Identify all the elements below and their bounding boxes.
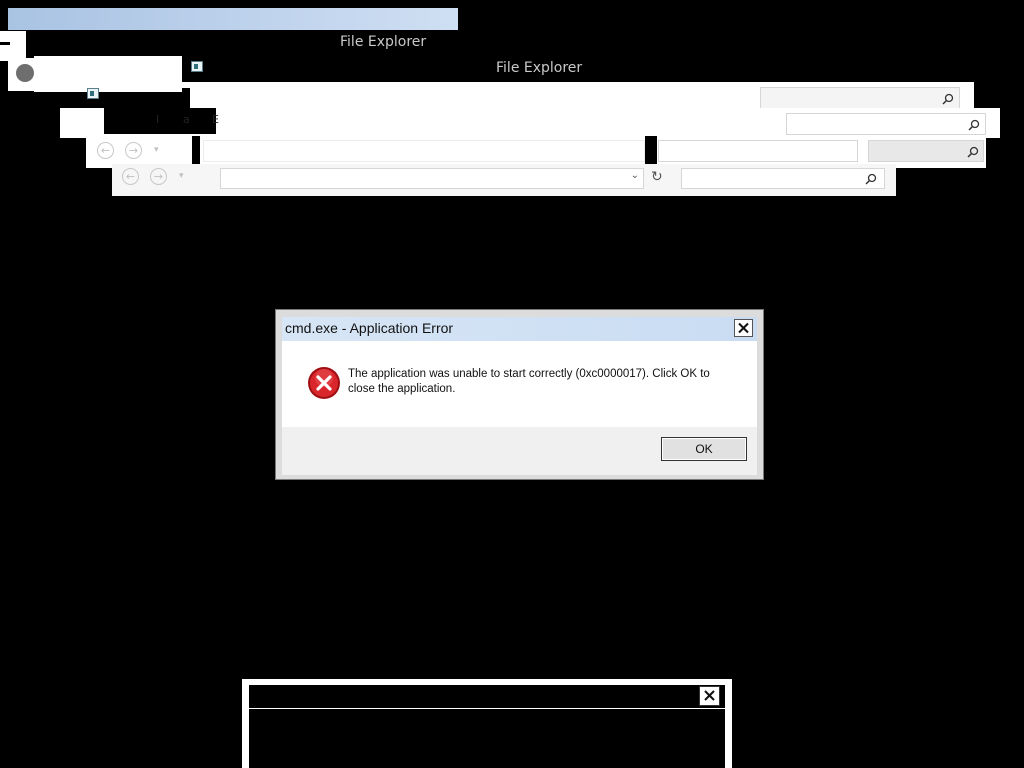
- ghost-search-box[interactable]: [658, 140, 858, 162]
- error-icon: [308, 367, 340, 399]
- address-bar[interactable]: ⌄: [220, 168, 644, 189]
- close-icon: [738, 322, 749, 334]
- dialog-body: The application was unable to start corr…: [282, 341, 757, 427]
- back-arrow-icon[interactable]: ←: [122, 168, 139, 185]
- search-icon: [968, 119, 980, 131]
- ghost-search-box[interactable]: [786, 113, 986, 135]
- chevron-down-icon[interactable]: ⌄: [631, 170, 639, 181]
- dialog-title: cmd.exe - Application Error: [285, 320, 454, 336]
- ghost-fragment: [0, 42, 10, 45]
- ghost-search-box[interactable]: [760, 87, 960, 109]
- chevron-down-icon[interactable]: ▾: [154, 145, 159, 155]
- close-icon: [704, 690, 715, 701]
- ghost-address-bar[interactable]: [203, 140, 645, 162]
- ghost-menu-item: E: [212, 113, 219, 126]
- ghost-menu-item: a: [183, 113, 190, 126]
- search-box[interactable]: [681, 168, 885, 189]
- document-icon: [87, 88, 99, 99]
- ghost-window-title: File Explorer: [496, 60, 583, 76]
- console-content: [249, 709, 725, 768]
- document-icon: [191, 61, 203, 72]
- search-icon: [967, 146, 979, 158]
- forward-arrow-icon[interactable]: →: [125, 142, 142, 159]
- error-message: The application was unable to start corr…: [348, 368, 710, 395]
- search-icon: [942, 93, 954, 105]
- dialog-titlebar[interactable]: cmd.exe - Application Error: [282, 317, 757, 341]
- ghost-menu-strip: [104, 108, 216, 134]
- ok-button[interactable]: OK: [661, 437, 747, 461]
- forward-arrow-icon[interactable]: →: [150, 168, 167, 185]
- console-window: [242, 679, 732, 768]
- ghost-fragment: [0, 31, 26, 61]
- refresh-icon[interactable]: ↻: [651, 169, 663, 185]
- chevron-down-icon[interactable]: ▾: [179, 171, 184, 181]
- ghost-search-box[interactable]: [868, 140, 984, 162]
- ghost-window-title: File Explorer: [340, 34, 427, 50]
- ghost-menu-item: I: [156, 113, 160, 126]
- close-button[interactable]: [734, 319, 753, 337]
- error-dialog: cmd.exe - Application Error The applicat…: [275, 309, 764, 480]
- close-button[interactable]: [699, 686, 720, 706]
- ghost-app-icon: [16, 64, 34, 82]
- console-titlebar[interactable]: [249, 685, 725, 709]
- search-icon: [865, 173, 877, 185]
- ghost-titlebar: [8, 8, 458, 30]
- dialog-footer: OK: [282, 427, 757, 475]
- back-arrow-icon[interactable]: ←: [97, 142, 114, 159]
